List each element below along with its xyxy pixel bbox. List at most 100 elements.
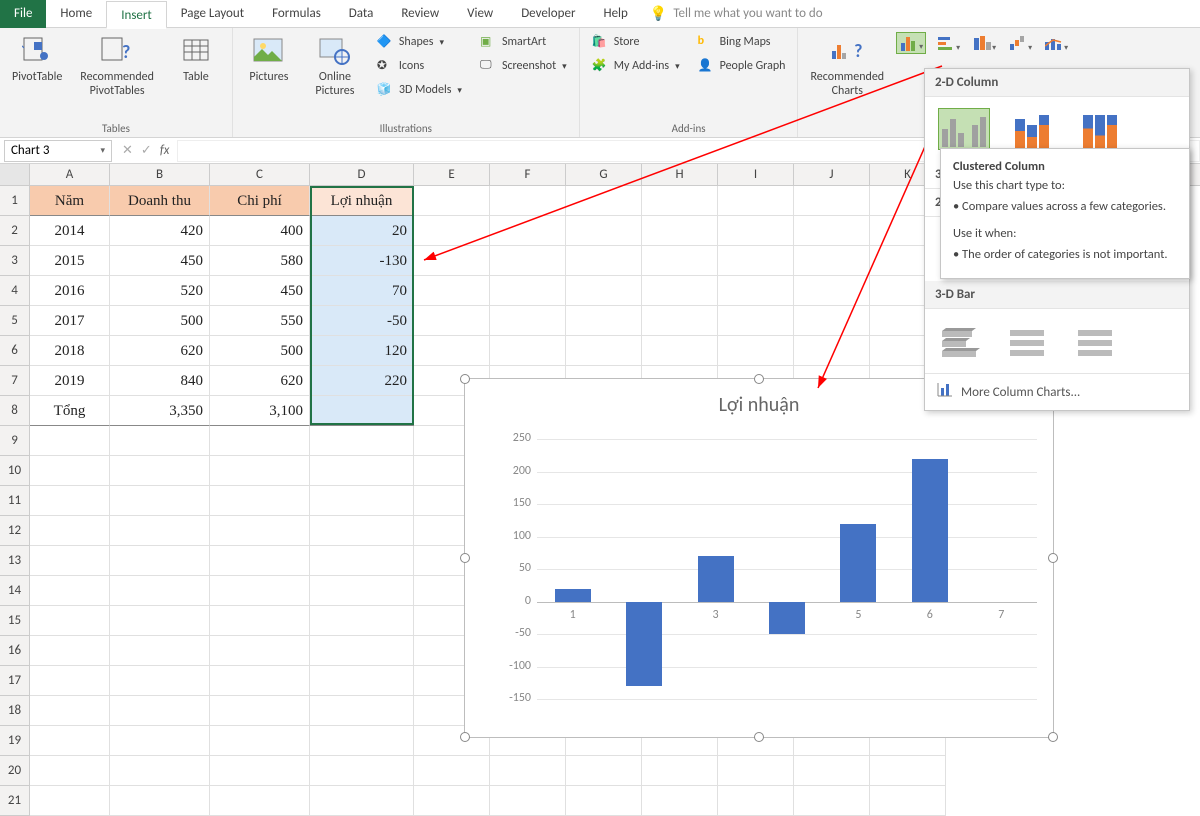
smartart-button[interactable]: ▣SmartArt	[476, 32, 571, 52]
more-column-charts[interactable]: More Column Charts...	[925, 373, 1189, 410]
cell-B13[interactable]	[110, 546, 210, 576]
row-header-19[interactable]: 19	[0, 726, 30, 756]
my-addins-button[interactable]: 🧩My Add-ins ▾	[588, 56, 684, 76]
cell-I5[interactable]	[718, 306, 794, 336]
cell-B21[interactable]	[110, 786, 210, 816]
cell-A15[interactable]	[30, 606, 110, 636]
tab-help[interactable]: Help	[589, 0, 641, 28]
row-header-6[interactable]: 6	[0, 336, 30, 366]
table-button[interactable]: Table	[168, 32, 224, 86]
tab-developer[interactable]: Developer	[507, 0, 589, 28]
cell-E5[interactable]	[414, 306, 490, 336]
cell-F5[interactable]	[490, 306, 566, 336]
chart-bar-2[interactable]	[626, 602, 662, 687]
col-header-G[interactable]: G	[566, 164, 642, 185]
cell-D14[interactable]	[310, 576, 414, 606]
cell-D7[interactable]: 220	[310, 366, 414, 396]
cell-F3[interactable]	[490, 246, 566, 276]
cell-A5[interactable]: 2017	[30, 306, 110, 336]
cell-E21[interactable]	[414, 786, 490, 816]
cell-H21[interactable]	[642, 786, 718, 816]
cell-G1[interactable]	[566, 186, 642, 216]
cell-B12[interactable]	[110, 516, 210, 546]
cell-E2[interactable]	[414, 216, 490, 246]
cell-A4[interactable]: 2016	[30, 276, 110, 306]
chart-bar-5[interactable]	[840, 524, 876, 602]
online-pictures-button[interactable]: Online Pictures	[307, 32, 363, 101]
cell-H5[interactable]	[642, 306, 718, 336]
tab-page-layout[interactable]: Page Layout	[167, 0, 258, 28]
cell-J3[interactable]	[794, 246, 870, 276]
resize-handle[interactable]	[460, 553, 470, 563]
cell-F4[interactable]	[490, 276, 566, 306]
3d-bar-thumb-3[interactable]	[1075, 321, 1125, 361]
tab-formulas[interactable]: Formulas	[258, 0, 335, 28]
cell-C21[interactable]	[210, 786, 310, 816]
cell-B8[interactable]: 3,350	[110, 396, 210, 426]
cell-B19[interactable]	[110, 726, 210, 756]
row-header-14[interactable]: 14	[0, 576, 30, 606]
tab-view[interactable]: View	[453, 0, 507, 28]
cell-J5[interactable]	[794, 306, 870, 336]
row-header-20[interactable]: 20	[0, 756, 30, 786]
cell-F2[interactable]	[490, 216, 566, 246]
chart-plot-area[interactable]: -150-100-500501001502002501234567	[537, 439, 1037, 699]
col-header-C[interactable]: C	[210, 164, 310, 185]
tab-insert[interactable]: Insert	[106, 1, 167, 29]
hierarchy-chart-button[interactable]: ▾	[968, 32, 998, 54]
cell-B5[interactable]: 500	[110, 306, 210, 336]
col-header-E[interactable]: E	[414, 164, 490, 185]
col-header-J[interactable]: J	[794, 164, 870, 185]
row-header-1[interactable]: 1	[0, 186, 30, 216]
cell-J6[interactable]	[794, 336, 870, 366]
cell-B3[interactable]: 450	[110, 246, 210, 276]
cell-H2[interactable]	[642, 216, 718, 246]
col-header-H[interactable]: H	[642, 164, 718, 185]
cell-E20[interactable]	[414, 756, 490, 786]
chart-bar-6[interactable]	[912, 459, 948, 602]
col-header-A[interactable]: A	[30, 164, 110, 185]
cell-C12[interactable]	[210, 516, 310, 546]
icons-button[interactable]: ✪Icons	[373, 56, 466, 76]
resize-handle[interactable]	[460, 374, 470, 384]
cell-A12[interactable]	[30, 516, 110, 546]
name-box[interactable]: Chart 3▾	[4, 140, 112, 162]
row-header-2[interactable]: 2	[0, 216, 30, 246]
cell-F21[interactable]	[490, 786, 566, 816]
col-header-F[interactable]: F	[490, 164, 566, 185]
cell-F1[interactable]	[490, 186, 566, 216]
tab-data[interactable]: Data	[335, 0, 388, 28]
cell-C19[interactable]	[210, 726, 310, 756]
cell-D19[interactable]	[310, 726, 414, 756]
cell-D16[interactable]	[310, 636, 414, 666]
cell-A21[interactable]	[30, 786, 110, 816]
cell-H20[interactable]	[642, 756, 718, 786]
cell-A11[interactable]	[30, 486, 110, 516]
cell-B1[interactable]: Doanh thu	[110, 186, 210, 216]
cell-A13[interactable]	[30, 546, 110, 576]
tab-review[interactable]: Review	[387, 0, 453, 28]
row-header-3[interactable]: 3	[0, 246, 30, 276]
cell-C1[interactable]: Chi phí	[210, 186, 310, 216]
cell-G21[interactable]	[566, 786, 642, 816]
cell-C10[interactable]	[210, 456, 310, 486]
cell-A20[interactable]	[30, 756, 110, 786]
tab-file[interactable]: File	[0, 0, 46, 28]
cell-G20[interactable]	[566, 756, 642, 786]
row-header-17[interactable]: 17	[0, 666, 30, 696]
cell-A9[interactable]	[30, 426, 110, 456]
cell-G6[interactable]	[566, 336, 642, 366]
recommended-charts-button[interactable]: ? Recommended Charts	[806, 32, 888, 101]
cell-I6[interactable]	[718, 336, 794, 366]
cell-E3[interactable]	[414, 246, 490, 276]
row-header-15[interactable]: 15	[0, 606, 30, 636]
cell-A16[interactable]	[30, 636, 110, 666]
cell-A10[interactable]	[30, 456, 110, 486]
cell-H4[interactable]	[642, 276, 718, 306]
bar-chart-button[interactable]: ▾	[932, 32, 962, 54]
cell-C4[interactable]: 450	[210, 276, 310, 306]
column-chart-button[interactable]: ▾	[896, 32, 926, 54]
bing-maps-button[interactable]: bBing Maps	[694, 32, 790, 52]
cell-G3[interactable]	[566, 246, 642, 276]
cell-F20[interactable]	[490, 756, 566, 786]
